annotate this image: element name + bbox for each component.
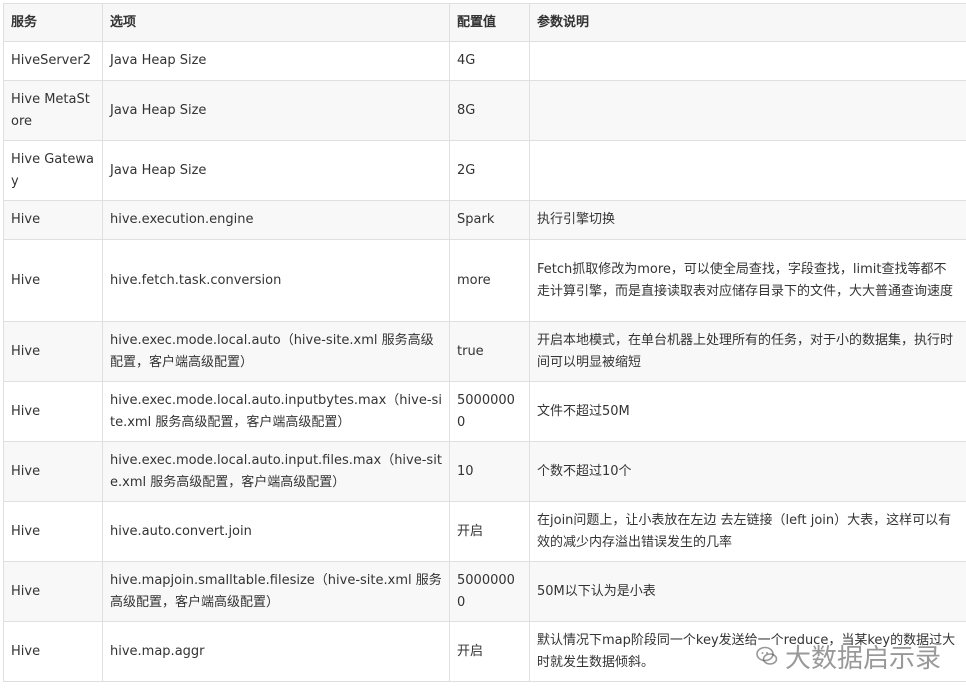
cell-value: 开启 xyxy=(449,501,530,562)
cell-description: Fetch抓取修改为more，可以使全局查找，字段查找，limit查找等都不走计… xyxy=(529,239,966,322)
cell-description: 执行引擎切换 xyxy=(529,200,966,240)
header-value: 配置值 xyxy=(449,3,530,42)
cell-description xyxy=(529,41,966,81)
cell-description: 文件不超过50M xyxy=(529,381,966,442)
header-service: 服务 xyxy=(3,3,103,42)
cell-service: Hive MetaStore xyxy=(3,80,103,141)
cell-description: 在join问题上，让小表放在左边 去左链接（left join）大表，这样可以有… xyxy=(529,501,966,562)
cell-service: Hive xyxy=(3,200,103,240)
cell-service: Hive xyxy=(3,321,103,382)
cell-service: Hive xyxy=(3,621,103,682)
cell-option: hive.mapjoin.smalltable.filesize（hive-si… xyxy=(102,561,450,622)
cell-option: Java Heap Size xyxy=(102,41,450,81)
cell-option: Java Heap Size xyxy=(102,80,450,141)
table-row: Hive MetaStore Java Heap Size 8G xyxy=(3,80,966,141)
cell-option: hive.execution.engine xyxy=(102,200,450,240)
table-row: Hive hive.fetch.task.conversion more Fet… xyxy=(3,239,966,322)
table-row: Hive hive.execution.engine Spark 执行引擎切换 xyxy=(3,200,966,240)
cell-service: Hive xyxy=(3,501,103,562)
table-header-row: 服务 选项 配置值 参数说明 xyxy=(3,3,966,42)
cell-description: 50M以下认为是小表 xyxy=(529,561,966,622)
cell-service: Hive Gateway xyxy=(3,140,103,201)
hive-config-table: 服务 选项 配置值 参数说明 HiveServer2 Java Heap Siz… xyxy=(3,3,966,682)
cell-option: Java Heap Size xyxy=(102,140,450,201)
header-option: 选项 xyxy=(102,3,450,42)
cell-option: hive.exec.mode.local.auto.inputbytes.max… xyxy=(102,381,450,442)
cell-service: Hive xyxy=(3,441,103,502)
cell-option: hive.exec.mode.local.auto.input.files.ma… xyxy=(102,441,450,502)
cell-option: hive.exec.mode.local.auto（hive-site.xml … xyxy=(102,321,450,382)
cell-value: Spark xyxy=(449,200,530,240)
cell-description xyxy=(529,140,966,201)
cell-option: hive.fetch.task.conversion xyxy=(102,239,450,322)
cell-description: 开启本地模式，在单台机器上处理所有的任务，对于小的数据集，执行时间可以明显被缩短 xyxy=(529,321,966,382)
table-row: Hive hive.exec.mode.local.auto.inputbyte… xyxy=(3,381,966,442)
cell-value: 开启 xyxy=(449,621,530,682)
cell-value: 4G xyxy=(449,41,530,81)
cell-value: 50000000 xyxy=(449,381,530,442)
cell-value: 8G xyxy=(449,80,530,141)
cell-value: true xyxy=(449,321,530,382)
table-row: Hive hive.auto.convert.join 开启 在join问题上，… xyxy=(3,501,966,562)
cell-value: 2G xyxy=(449,140,530,201)
cell-description xyxy=(529,80,966,141)
table-row: Hive hive.exec.mode.local.auto.input.fil… xyxy=(3,441,966,502)
cell-description: 默认情况下map阶段同一个key发送给一个reduce，当某key的数据过大时就… xyxy=(529,621,966,682)
table-row: Hive hive.exec.mode.local.auto（hive-site… xyxy=(3,321,966,382)
cell-option: hive.map.aggr xyxy=(102,621,450,682)
header-description: 参数说明 xyxy=(529,3,966,42)
table-row: Hive Gateway Java Heap Size 2G xyxy=(3,140,966,201)
cell-description: 个数不超过10个 xyxy=(529,441,966,502)
cell-option: hive.auto.convert.join xyxy=(102,501,450,562)
page: 服务 选项 配置值 参数说明 HiveServer2 Java Heap Siz… xyxy=(0,0,966,692)
cell-service: Hive xyxy=(3,561,103,622)
cell-value: 10 xyxy=(449,441,530,502)
cell-value: 50000000 xyxy=(449,561,530,622)
cell-value: more xyxy=(449,239,530,322)
table-row: HiveServer2 Java Heap Size 4G xyxy=(3,41,966,81)
table-row: Hive hive.mapjoin.smalltable.filesize（hi… xyxy=(3,561,966,622)
table-row: Hive hive.map.aggr 开启 默认情况下map阶段同一个key发送… xyxy=(3,621,966,682)
cell-service: HiveServer2 xyxy=(3,41,103,81)
cell-service: Hive xyxy=(3,239,103,322)
cell-service: Hive xyxy=(3,381,103,442)
